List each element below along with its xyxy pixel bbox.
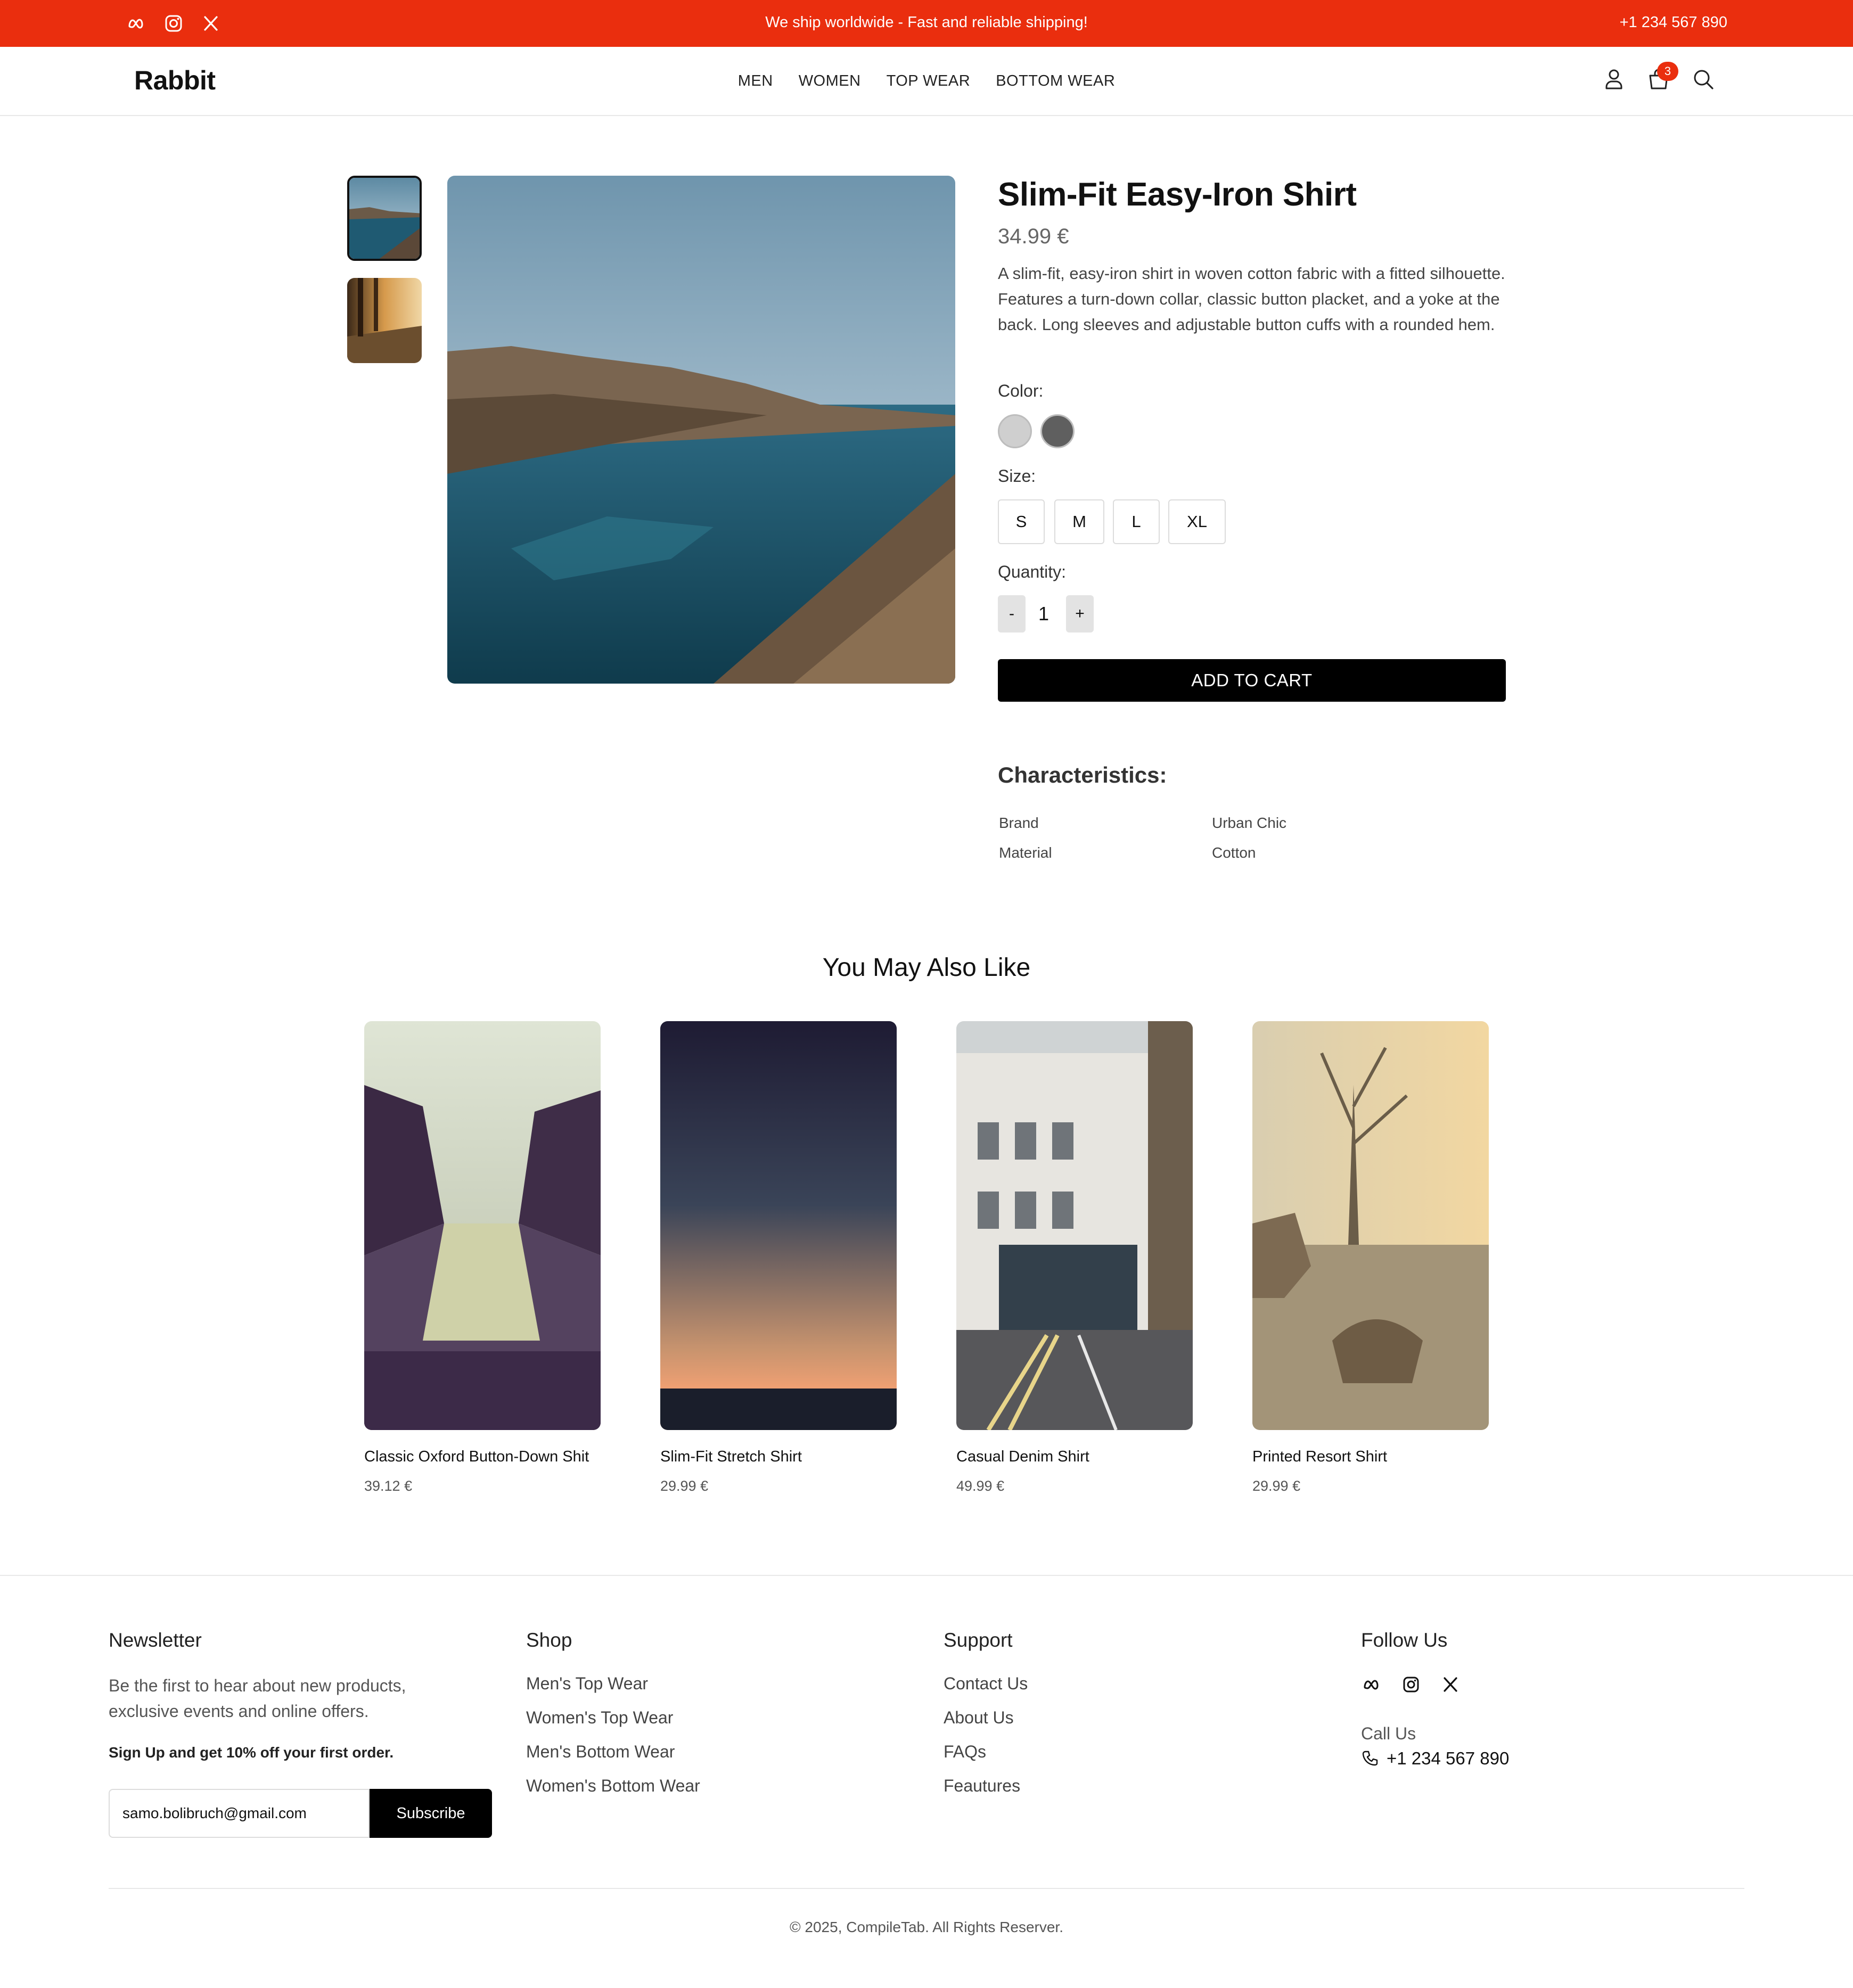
cart-button[interactable]: 3 (1645, 62, 1678, 93)
size-button-s[interactable]: S (998, 499, 1045, 544)
quantity-increase-button[interactable]: + (1066, 595, 1094, 632)
newsletter-offer: Sign Up and get 10% off your first order… (109, 1744, 394, 1761)
copyright-text: © 2025, CompileTab. All Rights Reserver. (790, 1919, 1063, 1935)
shop-heading: Shop (526, 1629, 572, 1651)
footer-divider (0, 1575, 1853, 1576)
nav-link-top-wear[interactable]: TOP WEAR (887, 72, 971, 90)
coast-thumbnail-image (349, 178, 420, 259)
product-title: Slim-Fit Easy-Iron Shirt (998, 176, 1357, 213)
street-photo (956, 1021, 1193, 1430)
support-heading: Support (944, 1629, 1013, 1651)
call-us-label: Call Us (1361, 1724, 1416, 1743)
product-description: A slim-fit, easy-iron shirt in woven cot… (998, 264, 1505, 334)
footer-link-womens-bottom-wear[interactable]: Women's Bottom Wear (526, 1776, 700, 1796)
main-nav: MEN WOMEN TOP WEAR BOTTOM WEAR (0, 72, 1853, 90)
related-product-image-3[interactable] (956, 1021, 1193, 1430)
size-button-l[interactable]: L (1113, 499, 1160, 544)
size-label: Size: (998, 466, 1036, 486)
announcement-bar: We ship worldwide - Fast and reliable sh… (0, 0, 1853, 47)
add-to-cart-button[interactable]: ADD TO CART (998, 659, 1506, 702)
shipping-promo: We ship worldwide - Fast and reliable sh… (765, 14, 1088, 31)
footer-link-faqs[interactable]: FAQs (944, 1742, 986, 1762)
product-price: 34.99 € (998, 225, 1069, 248)
newsletter-heading: Newsletter (109, 1629, 202, 1651)
site-header: Rabbit MEN WOMEN TOP WEAR BOTTOM WEAR 3 (0, 47, 1853, 116)
nav-link-bottom-wear[interactable]: BOTTOM WEAR (996, 72, 1115, 90)
quantity-label: Quantity: (998, 562, 1067, 581)
meta-icon[interactable] (1361, 1674, 1382, 1695)
hallway-thumbnail-image (347, 278, 422, 363)
follow-us-heading: Follow Us (1361, 1629, 1448, 1651)
header-icons: 3 (1601, 62, 1717, 93)
footer-link-mens-bottom-wear[interactable]: Men's Bottom Wear (526, 1742, 675, 1762)
cart-count-badge: 3 (1657, 62, 1678, 81)
product-main-image (447, 176, 955, 684)
size-button-m[interactable]: M (1054, 499, 1104, 544)
related-product-image-1[interactable] (364, 1021, 601, 1430)
related-product-price: 49.99 € (956, 1478, 1005, 1494)
nav-link-women[interactable]: WOMEN (799, 72, 861, 90)
size-button-xl[interactable]: XL (1168, 499, 1226, 544)
related-product-image-2[interactable] (660, 1021, 897, 1430)
footer-link-mens-top-wear[interactable]: Men's Top Wear (526, 1674, 648, 1694)
nav-link-men[interactable]: MEN (738, 72, 773, 90)
product-thumbnail-2[interactable] (347, 278, 422, 363)
x-icon[interactable] (1440, 1674, 1461, 1695)
color-swatch-dark-gray[interactable] (1040, 414, 1075, 448)
related-product-price: 29.99 € (660, 1478, 709, 1494)
color-label: Color: (998, 381, 1044, 400)
product-thumbnail-1[interactable] (347, 176, 422, 261)
footer-phone[interactable]: +1 234 567 890 (1361, 1748, 1509, 1769)
footer-phone-number: +1 234 567 890 (1387, 1748, 1510, 1768)
newsletter-email-input[interactable] (109, 1789, 370, 1838)
related-product-name[interactable]: Casual Denim Shirt (956, 1448, 1089, 1466)
related-product-name[interactable]: Printed Resort Shirt (1252, 1448, 1387, 1466)
topbar-phone: +1 234 567 890 (1619, 14, 1727, 31)
canal-photo (364, 1021, 601, 1430)
characteristic-key: Brand (999, 815, 1039, 831)
copyright-divider (109, 1888, 1744, 1889)
footer-link-features[interactable]: Feautures (944, 1776, 1020, 1796)
instagram-icon[interactable] (1400, 1674, 1422, 1695)
subscribe-button[interactable]: Subscribe (370, 1789, 492, 1838)
sunset-sea-photo (660, 1021, 897, 1430)
coastline-photo (447, 176, 955, 684)
footer-link-contact-us[interactable]: Contact Us (944, 1674, 1028, 1694)
footer-link-about-us[interactable]: About Us (944, 1708, 1014, 1728)
newsletter-text: Be the first to hear about new products,… (109, 1676, 406, 1721)
footer-socials (1361, 1674, 1461, 1695)
characteristic-key: Material (999, 844, 1052, 861)
search-icon[interactable] (1690, 66, 1717, 93)
related-product-price: 29.99 € (1252, 1478, 1301, 1494)
characteristics-title: Characteristics: (998, 762, 1167, 787)
characteristic-value: Cotton (1212, 844, 1256, 861)
related-product-image-4[interactable] (1252, 1021, 1489, 1430)
quantity-value: 1 (1038, 603, 1050, 625)
color-swatch-light-gray[interactable] (998, 414, 1032, 448)
related-products-title: You May Also Like (822, 954, 1031, 982)
related-product-name[interactable]: Classic Oxford Button-Down Shit (364, 1448, 589, 1466)
user-icon[interactable] (1601, 66, 1627, 93)
phone-icon (1362, 1751, 1378, 1766)
related-product-price: 39.12 € (364, 1478, 413, 1494)
characteristic-value: Urban Chic (1212, 815, 1287, 831)
quantity-decrease-button[interactable]: - (998, 595, 1026, 632)
footer-link-womens-top-wear[interactable]: Women's Top Wear (526, 1708, 673, 1728)
related-product-name[interactable]: Slim-Fit Stretch Shirt (660, 1448, 802, 1466)
deer-field-photo (1252, 1021, 1489, 1430)
